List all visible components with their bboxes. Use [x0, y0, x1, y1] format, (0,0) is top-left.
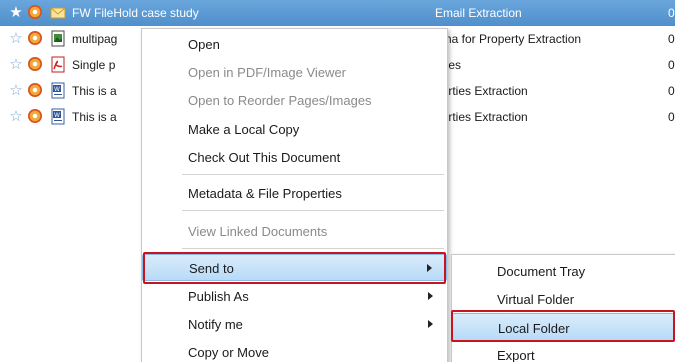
highlight-callout-send-to	[143, 252, 446, 284]
favorite-star-icon[interactable]: ☆	[8, 83, 24, 99]
menu-item-open[interactable]: Open	[142, 31, 447, 58]
svg-text:W: W	[54, 112, 60, 119]
context-menu: Open Open in PDF/Image Viewer Open to Re…	[141, 28, 448, 362]
status-flag-icon	[28, 83, 42, 97]
send-to-submenu: Document Tray Virtual Folder Local Folde…	[451, 254, 675, 362]
status-flag-icon	[28, 109, 42, 123]
submenu-item-export[interactable]: Export	[452, 341, 675, 362]
document-name: This is a	[72, 84, 117, 98]
favorite-star-icon[interactable]: ☆	[8, 31, 24, 47]
document-type: perties Extraction	[435, 84, 528, 98]
menu-item-copy-or-move[interactable]: Copy or Move	[142, 339, 447, 362]
status-flag-icon	[28, 31, 42, 45]
favorite-star-icon[interactable]: ☆	[8, 57, 24, 73]
document-type: ema for Property Extraction	[435, 32, 582, 46]
word-document-icon: W	[51, 82, 65, 99]
menu-item-check-out[interactable]: Check Out This Document	[142, 144, 447, 171]
menu-item-metadata[interactable]: Metadata & File Properties	[142, 180, 447, 207]
menu-item-notify-me[interactable]: Notify me	[142, 311, 447, 338]
document-number: 0	[668, 58, 675, 72]
menu-separator	[182, 210, 444, 211]
submenu-item-document-tray[interactable]: Document Tray	[452, 257, 675, 285]
menu-item-open-to-reorder[interactable]: Open to Reorder Pages/Images	[142, 87, 447, 114]
submenu-arrow-icon	[428, 292, 433, 300]
svg-text:W: W	[54, 86, 60, 93]
status-flag-icon	[28, 5, 42, 19]
document-number: 0	[668, 84, 675, 98]
document-number: 0	[668, 110, 675, 124]
favorite-star-icon[interactable]: ☆	[8, 109, 24, 125]
document-name: This is a	[72, 110, 117, 124]
submenu-arrow-icon	[428, 320, 433, 328]
document-number: 0	[668, 32, 675, 46]
submenu-item-virtual-folder[interactable]: Virtual Folder	[452, 285, 675, 313]
menu-separator	[182, 248, 444, 249]
document-type: Email Extraction	[435, 6, 522, 20]
document-type: perties Extraction	[435, 110, 528, 124]
document-name: Single p	[72, 58, 116, 72]
document-row[interactable]: ★ FW FileHold case study Email Extractio…	[0, 0, 675, 26]
document-number: 0	[668, 6, 675, 20]
menu-item-publish-as[interactable]: Publish As	[142, 283, 447, 310]
email-icon	[50, 7, 66, 19]
menu-item-make-local-copy[interactable]: Make a Local Copy	[142, 116, 447, 143]
highlight-callout-local-folder	[451, 310, 675, 342]
image-document-icon	[51, 30, 65, 47]
document-name: multipag	[72, 32, 118, 46]
pdf-icon	[51, 56, 65, 73]
menu-item-view-linked[interactable]: View Linked Documents	[142, 218, 447, 245]
favorite-star-icon[interactable]: ★	[8, 5, 24, 21]
document-name: FW FileHold case study	[72, 6, 199, 20]
status-flag-icon	[28, 57, 42, 71]
menu-separator	[182, 174, 444, 175]
word-document-icon: W	[51, 108, 65, 125]
menu-item-open-in-viewer[interactable]: Open in PDF/Image Viewer	[142, 59, 447, 86]
